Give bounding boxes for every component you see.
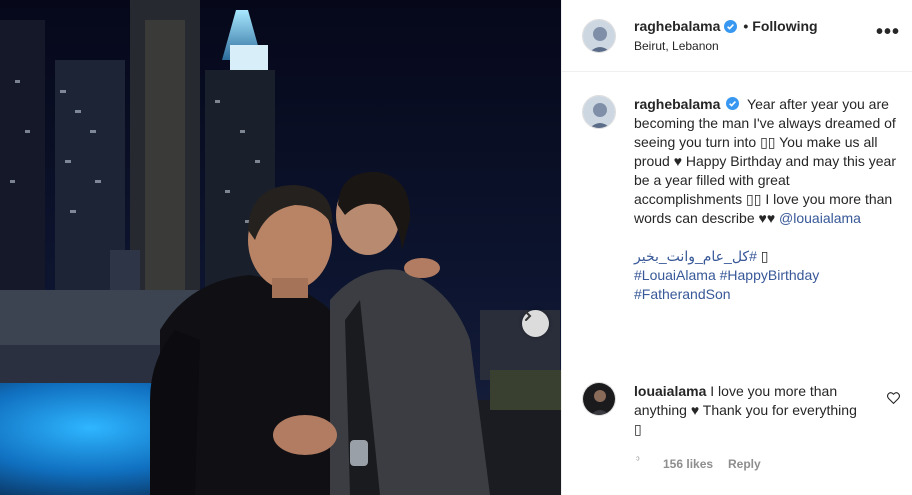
post-header: raghebalama • Following Beirut, Lebanon … bbox=[562, 0, 912, 72]
post-modal: raghebalama • Following Beirut, Lebanon … bbox=[0, 0, 912, 495]
hashtag-fatherandson[interactable]: #FatherandSon bbox=[634, 286, 731, 302]
comment-username[interactable]: louaialama bbox=[634, 383, 706, 399]
header-separator: • bbox=[743, 18, 749, 34]
mention-link[interactable]: @louaialama bbox=[779, 210, 861, 226]
hashtag-suffix: ▯ bbox=[760, 248, 769, 264]
caption-username[interactable]: raghebalama bbox=[634, 96, 720, 112]
profile-picture bbox=[583, 383, 615, 415]
chevron-right-icon bbox=[525, 311, 532, 321]
post-photo[interactable] bbox=[0, 0, 561, 495]
hashtag-louaialama[interactable]: #LouaiAlama bbox=[634, 267, 716, 283]
caption-text: Year after year you are becoming the man… bbox=[634, 96, 897, 226]
post-header-text: raghebalama • Following Beirut, Lebanon bbox=[634, 18, 818, 53]
comment-time-marker: ᵓ bbox=[636, 455, 640, 466]
profile-picture bbox=[583, 19, 615, 52]
profile-picture bbox=[583, 96, 615, 128]
caption-body: raghebalama Year after year you are beco… bbox=[634, 95, 896, 304]
comment-avatar[interactable] bbox=[582, 382, 616, 416]
hashtag-happybirthday[interactable]: #HappyBirthday bbox=[720, 267, 820, 283]
heart-outline-icon[interactable] bbox=[887, 391, 900, 407]
following-button[interactable]: Following bbox=[752, 18, 817, 34]
verified-badge-icon bbox=[724, 19, 738, 33]
comment: louaialama I love you more than anything… bbox=[582, 382, 902, 439]
post-caption: raghebalama Year after year you are beco… bbox=[582, 95, 902, 304]
hashtag-arabic[interactable]: #كل_عام_وانت_بخير bbox=[634, 248, 757, 264]
avatar[interactable] bbox=[582, 18, 616, 53]
post-location[interactable]: Beirut, Lebanon bbox=[634, 39, 818, 53]
reply-button[interactable]: Reply bbox=[728, 457, 761, 471]
comment-likes[interactable]: 156 likes bbox=[663, 457, 713, 471]
photo-illustration bbox=[0, 0, 561, 495]
post-side-panel: raghebalama • Following Beirut, Lebanon … bbox=[561, 0, 912, 495]
next-photo-button[interactable] bbox=[522, 310, 549, 337]
verified-badge-icon bbox=[726, 97, 740, 110]
post-username[interactable]: raghebalama bbox=[634, 18, 720, 34]
more-options-icon[interactable]: ••• bbox=[876, 22, 900, 42]
comment-body: louaialama I love you more than anything… bbox=[634, 382, 862, 439]
caption-avatar[interactable] bbox=[582, 95, 616, 129]
hashtag-block: #كل_عام_وانت_بخير ▯ #LouaiAlama #HappyBi… bbox=[634, 247, 896, 304]
